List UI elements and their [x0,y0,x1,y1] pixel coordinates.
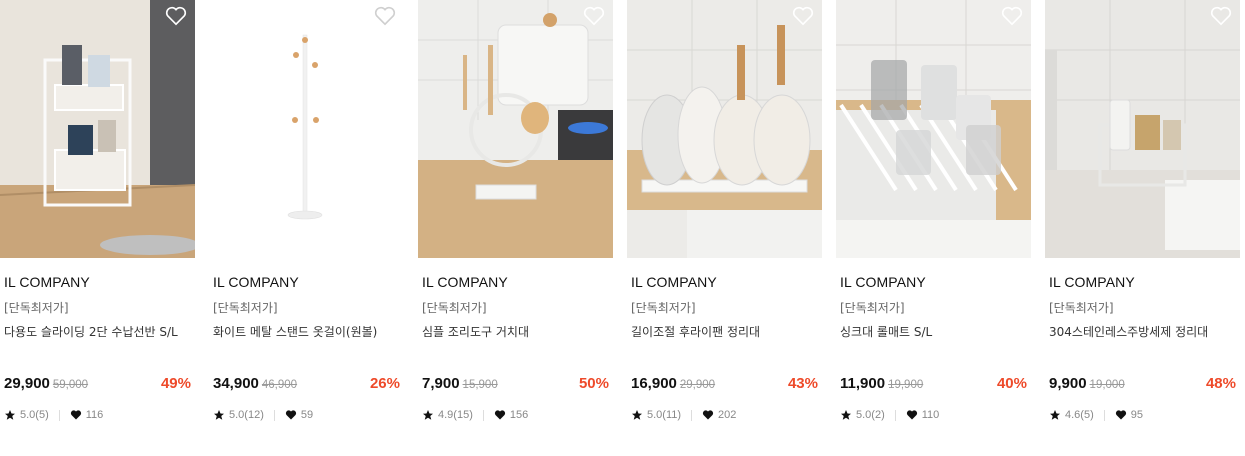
product-grid: IL COMPANY [단독최저가] 다용도 슬라이딩 2단 수납선반 S/L … [0,0,1245,456]
star-icon [214,410,224,420]
promo-tag: [단독최저가] [4,301,69,315]
product-image[interactable] [418,0,613,258]
product-name[interactable]: 길이조절 후라이팬 정리대 [631,323,760,340]
discount-rate: 26% [369,375,400,392]
brand-name[interactable]: IL COMPANY [213,274,299,290]
brand-name[interactable]: IL COMPANY [840,274,926,290]
sale-price-value: 7,900 [422,375,460,392]
promo-tag: [단독최저가] [631,301,696,315]
like-count: 202 [718,409,737,421]
promo-tag: [단독최저가] [213,301,278,315]
sale-price-value: 9,900 [1049,375,1087,392]
product-meta: 5.0(12) 59 [213,409,313,421]
product-image[interactable] [209,0,404,258]
heart-icon [494,410,505,420]
product-meta: 4.9(15) 156 [422,409,528,421]
discount-rate: 49% [160,375,191,392]
rating-text: 5.0(12) [229,409,264,421]
wishlist-heart-icon[interactable] [1001,6,1023,26]
brand-name[interactable]: IL COMPANY [422,274,508,290]
product-image[interactable] [1045,0,1240,258]
star-icon [5,410,15,420]
rating-text: 5.0(11) [647,409,682,421]
product-name[interactable]: 304스테인레스주방세제 정리대 [1049,323,1208,340]
heart-icon [1115,410,1126,420]
wishlist-heart-icon[interactable] [374,6,396,26]
brand-name[interactable]: IL COMPANY [631,274,717,290]
star-icon [841,410,851,420]
discount-rate: 50% [578,375,609,392]
sale-price-value: 29,900 [4,375,50,392]
like-count: 110 [921,409,940,421]
product-card[interactable]: IL COMPANY [단독최저가] 화이트 메탈 스탠드 옷걸이(원볼) 34… [209,0,404,456]
brand-name[interactable]: IL COMPANY [4,274,90,290]
promo-tag: [단독최저가] [422,301,487,315]
star-icon [632,410,642,420]
product-meta: 4.6(5) 95 [1049,409,1143,421]
product-card[interactable]: IL COMPANY [단독최저가] 싱크대 롤매트 S/L 11,900 19,… [836,0,1031,456]
product-name[interactable]: 다용도 슬라이딩 2단 수납선반 S/L [4,323,178,340]
promo-tag: [단독최저가] [840,301,905,315]
original-price: 29,900 [679,379,716,391]
product-image[interactable] [0,0,195,258]
sale-price: 34,900 46,900 [213,375,297,392]
rating-text: 5.0(5) [20,409,49,421]
sale-price-value: 16,900 [631,375,677,392]
divider [58,409,60,421]
star-icon [423,410,433,420]
like-count: 95 [1130,409,1143,421]
product-card[interactable]: IL COMPANY [단독최저가] 심플 조리도구 거치대 7,900 15,9… [418,0,613,456]
divider [894,409,896,421]
sale-price: 9,900 19,000 [1049,375,1125,392]
product-name[interactable]: 심플 조리도구 거치대 [422,323,529,340]
product-image[interactable] [627,0,822,258]
heart-icon [906,410,917,420]
product-meta: 5.0(5) 116 [4,409,103,421]
discount-rate: 40% [996,375,1027,392]
divider [273,409,275,421]
heart-icon [70,410,81,420]
product-image[interactable] [836,0,1031,258]
product-name[interactable]: 싱크대 롤매트 S/L [840,323,932,340]
product-card[interactable]: IL COMPANY [단독최저가] 길이조절 후라이팬 정리대 16,900 2… [627,0,822,456]
wishlist-heart-icon[interactable] [792,6,814,26]
product-card[interactable]: IL COMPANY [단독최저가] 304스테인레스주방세제 정리대 9,90… [1045,0,1240,456]
wishlist-heart-icon[interactable] [583,6,605,26]
heart-icon [285,410,296,420]
rating-text: 4.9(15) [438,409,473,421]
product-name[interactable]: 화이트 메탈 스탠드 옷걸이(원볼) [213,323,377,340]
original-price: 19,900 [888,379,924,391]
wishlist-heart-icon[interactable] [1210,6,1232,26]
rating-text: 5.0(2) [856,409,885,421]
original-price: 15,900 [462,379,498,391]
sale-price-value: 34,900 [213,375,259,392]
wishlist-heart-icon[interactable] [165,6,187,26]
promo-tag: [단독최저가] [1049,301,1114,315]
divider [1103,409,1105,421]
like-count: 156 [509,409,529,421]
original-price: 19,000 [1089,379,1125,391]
sale-price: 16,900 29,900 [631,375,715,392]
product-meta: 5.0(2) 110 [840,409,939,421]
rating-text: 4.6(5) [1065,409,1094,421]
product-meta: 5.0(11) 202 [631,409,736,421]
sale-price: 29,900 59,000 [4,375,88,392]
discount-rate: 43% [787,375,818,392]
original-price: 46,900 [261,379,298,391]
product-card[interactable]: IL COMPANY [단독최저가] 다용도 슬라이딩 2단 수납선반 S/L … [0,0,195,456]
sale-price-value: 11,900 [840,375,886,392]
divider [691,409,693,421]
original-price: 59,000 [52,379,89,391]
like-count: 59 [300,409,314,421]
discount-rate: 48% [1205,375,1236,392]
brand-name[interactable]: IL COMPANY [1049,274,1135,290]
divider [482,409,484,421]
sale-price: 7,900 15,900 [422,375,498,392]
heart-icon [702,410,714,420]
star-icon [1050,410,1060,420]
like-count: 116 [85,409,104,421]
sale-price: 11,900 19,900 [840,375,923,392]
